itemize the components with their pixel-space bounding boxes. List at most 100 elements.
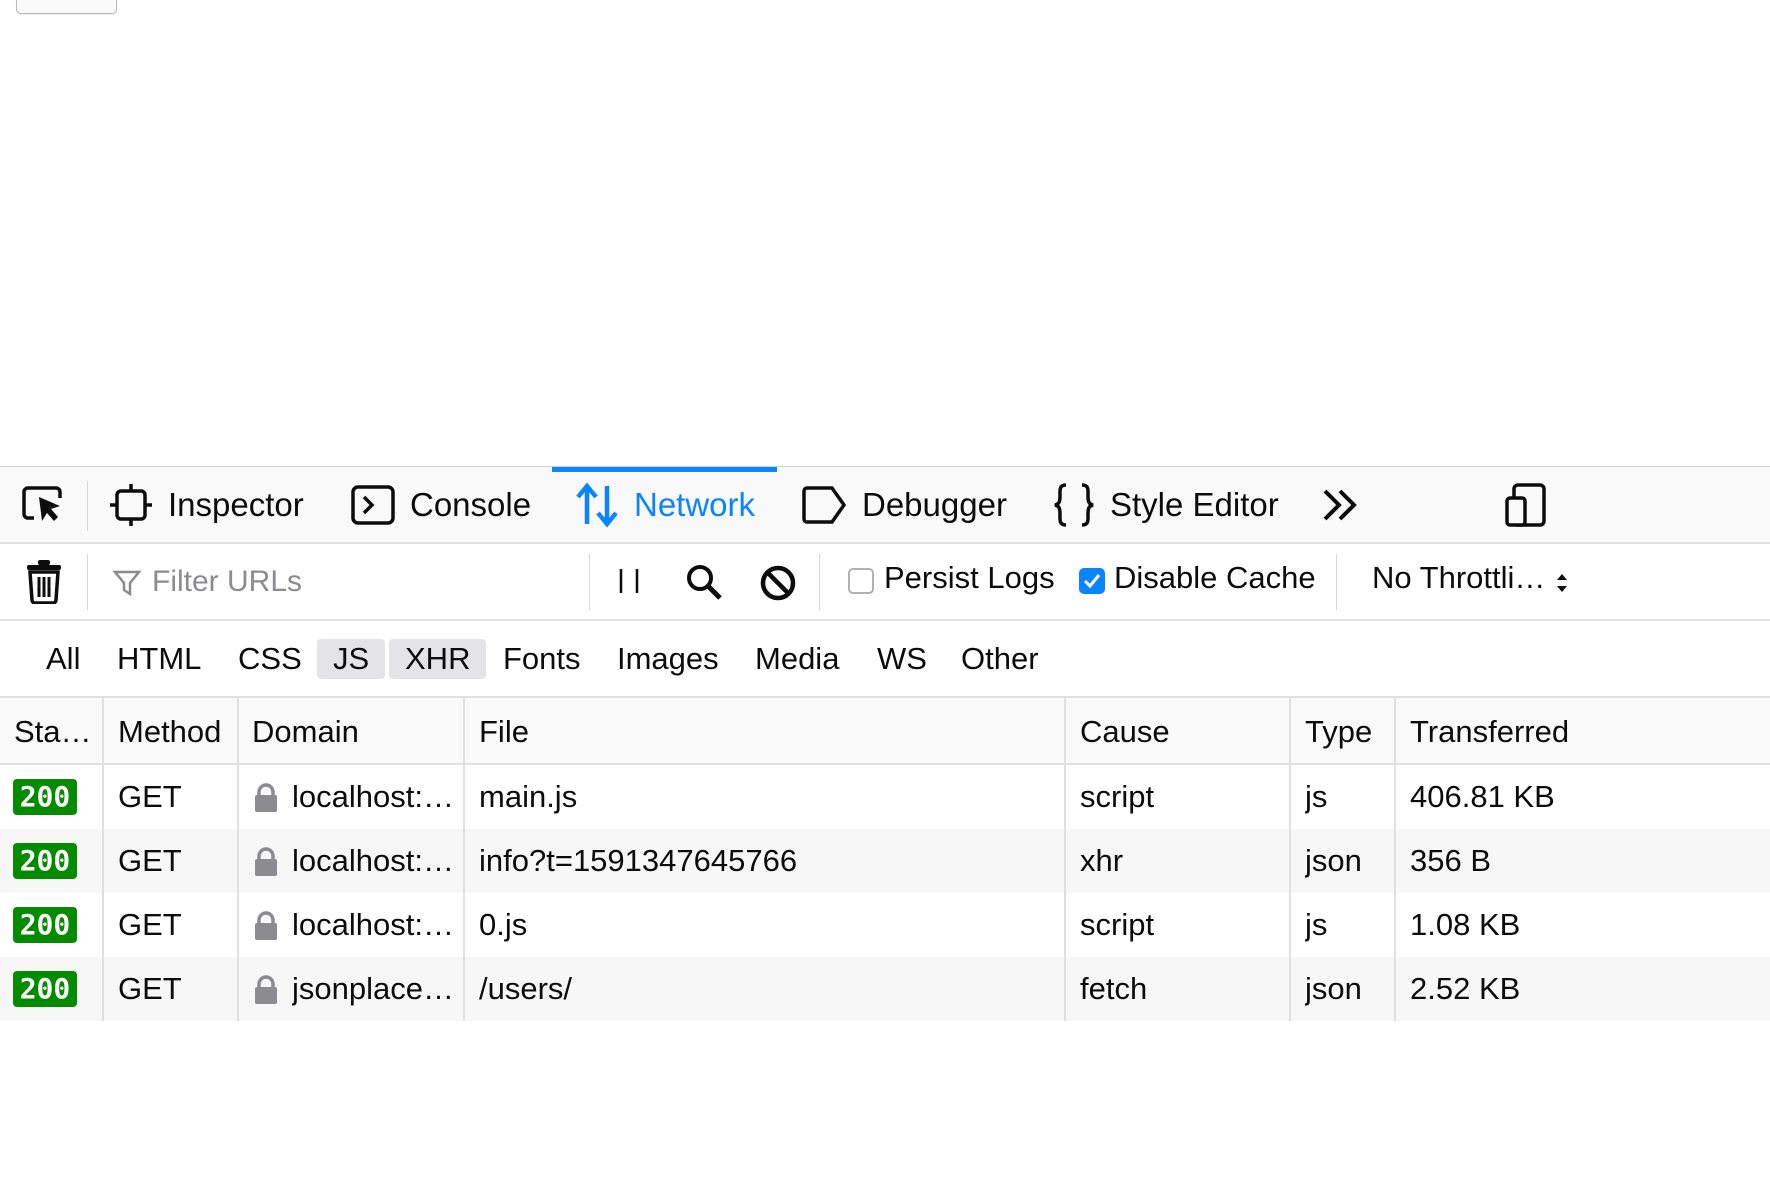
cause-cell: script [1080,779,1155,814]
status-badge: 200 [13,843,77,879]
tab-label: Network [634,485,756,523]
inspector-icon [110,483,152,526]
responsive-design-button[interactable] [1504,467,1548,542]
filter-urls-input[interactable] [110,556,580,608]
chevron-double-right-icon [1323,489,1357,520]
status-badge: 200 [13,907,77,943]
select-arrows-icon [1554,570,1570,596]
method-cell: GET [118,779,182,814]
type-cell: json [1305,843,1362,878]
filter-all-button[interactable]: All [30,639,96,679]
request-type-filter-bar: All HTML CSS JS XHR Fonts Images Media W… [0,621,1770,698]
trash-icon [27,560,61,604]
transferred-cell: 2.52 KB [1410,971,1521,1006]
filter-fonts-button[interactable]: Fonts [487,639,597,679]
toolbar-separator [1336,554,1337,610]
file-cell: main.js [479,779,578,814]
console-icon [351,484,395,525]
tab-console[interactable]: Console [350,467,531,542]
toolbox-tabbar: Inspector Console Network Debugger Style… [0,467,1770,544]
filter-media-button[interactable]: Media [739,639,855,679]
filter-other-button[interactable]: Other [945,639,1055,679]
domain-cell: localhost:… [292,843,454,878]
cause-cell: fetch [1080,971,1148,1006]
network-icon [576,481,618,528]
disable-cache-checkbox[interactable] [1079,568,1105,594]
filter-css-button[interactable]: CSS [222,639,318,679]
column-divider[interactable] [237,698,239,1021]
toolbar-separator [87,554,88,610]
column-header-cause[interactable]: Cause [1066,698,1290,765]
table-row[interactable]: 200 GET localhost:… info?t=1591347645766… [0,829,1770,893]
toolbar-separator [589,554,590,610]
more-tools-button[interactable] [1320,467,1360,542]
style-editor-icon [1054,482,1094,527]
column-header-method[interactable]: Method [104,698,238,765]
filter-js-button[interactable]: JS [317,639,386,679]
toolbar-separator [819,554,820,610]
file-cell: 0.js [479,907,528,942]
element-picker-button[interactable] [20,467,66,542]
column-header-type[interactable]: Type [1291,698,1395,765]
column-header-status[interactable]: Sta… [0,698,103,765]
domain-cell: localhost:… [292,779,454,814]
type-cell: js [1305,779,1328,814]
table-row[interactable]: 200 GET jsonplace… /users/ fetch json 2.… [0,957,1770,1021]
tab-label: Debugger [862,485,1007,523]
network-toolbar: Persist Logs Disable Cache No Throttli… [0,544,1770,621]
tab-network[interactable]: Network [551,467,778,542]
cause-cell: script [1080,907,1155,942]
block-requests-button[interactable] [758,563,798,603]
type-cell: js [1305,907,1328,942]
search-icon [687,565,722,600]
tab-debugger[interactable]: Debugger [800,467,1007,542]
filter-xhr-button[interactable]: XHR [389,639,487,679]
disable-cache-label[interactable]: Disable Cache [1114,560,1316,596]
load-button[interactable]: Load! [16,0,117,14]
domain-cell: localhost:… [292,907,454,942]
transferred-cell: 356 B [1410,843,1492,878]
type-cell: json [1305,971,1362,1006]
page-viewport: Load! [0,0,1770,466]
devtools-panel: Inspector Console Network Debugger Style… [0,466,1770,1198]
column-divider[interactable] [1064,698,1066,1021]
column-divider[interactable] [463,698,465,1021]
lock-icon [255,975,277,1004]
lock-icon [255,847,277,876]
table-row[interactable]: 200 GET localhost:… 0.js script js 1.08 … [0,893,1770,957]
column-header-file[interactable]: File [465,698,1065,765]
transferred-cell: 1.08 KB [1410,907,1521,942]
persist-logs-label[interactable]: Persist Logs [884,560,1055,596]
table-row[interactable]: 200 GET localhost:… main.js script js 40… [0,765,1770,829]
file-cell: info?t=1591347645766 [479,843,798,878]
clear-button[interactable] [24,558,64,604]
element-picker-icon [22,485,62,521]
tab-style-editor[interactable]: Style Editor [1052,467,1279,542]
method-cell: GET [118,843,182,878]
pause-icon [619,569,639,593]
column-header-transferred[interactable]: Transferred [1396,698,1770,765]
toolbar-separator [87,481,88,531]
cause-cell: xhr [1080,843,1124,878]
search-button[interactable] [684,562,724,602]
column-divider[interactable] [1289,698,1291,1021]
debugger-icon [802,485,847,524]
filter-html-button[interactable]: HTML [101,639,217,679]
column-divider[interactable] [102,698,104,1021]
tab-label: Style Editor [1110,485,1279,523]
column-divider[interactable] [1394,698,1396,1021]
method-cell: GET [118,971,182,1006]
tab-inspector[interactable]: Inspector [108,467,304,542]
throttling-select[interactable]: No Throttli… [1372,560,1545,596]
status-badge: 200 [13,779,77,815]
pause-button[interactable] [612,564,646,598]
transferred-cell: 406.81 KB [1410,779,1555,814]
filter-images-button[interactable]: Images [601,639,735,679]
method-cell: GET [118,907,182,942]
tab-label: Console [410,485,532,523]
filter-ws-button[interactable]: WS [861,639,943,679]
lock-icon [255,911,277,940]
column-header-domain[interactable]: Domain [238,698,464,765]
responsive-design-icon [1505,482,1546,527]
persist-logs-checkbox[interactable] [848,568,874,594]
